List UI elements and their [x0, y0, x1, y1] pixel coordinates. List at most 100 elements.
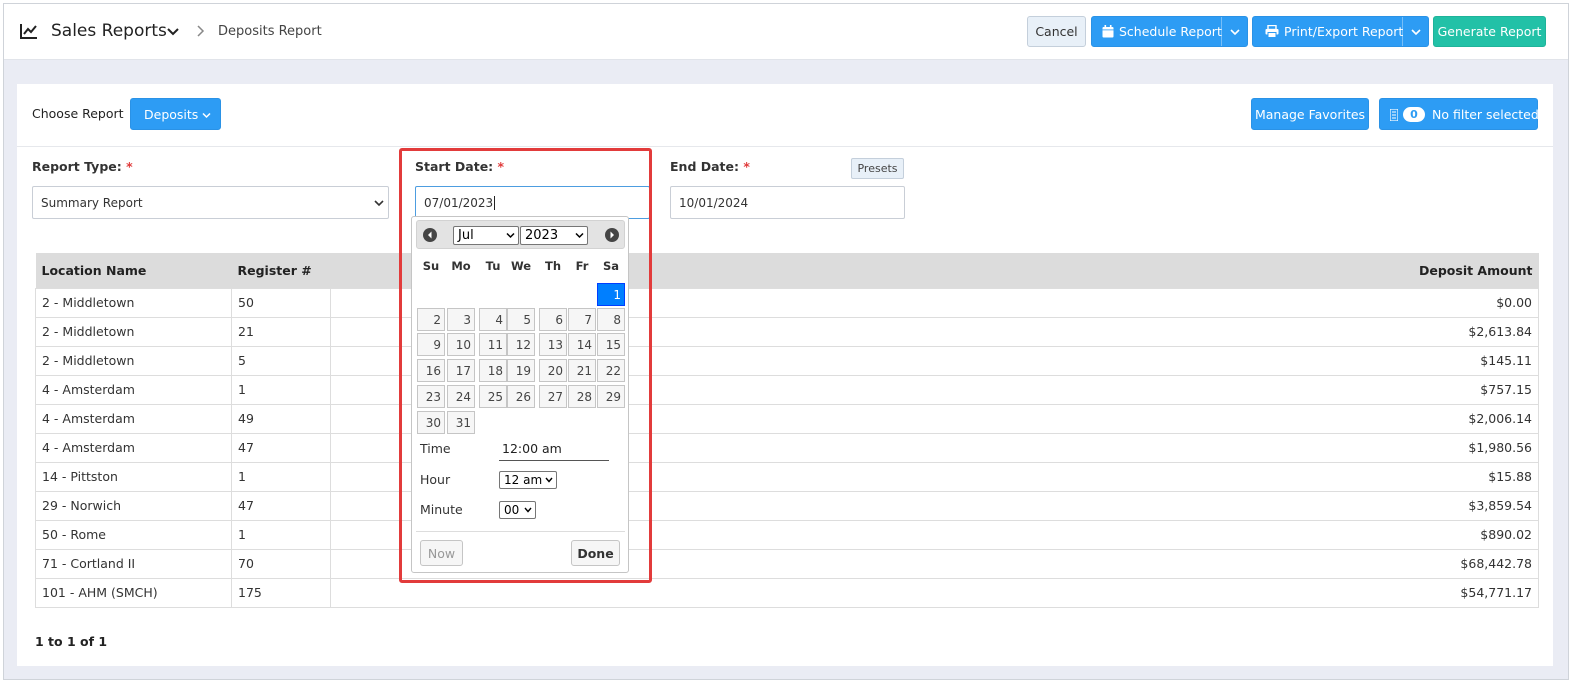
- report-type-select[interactable]: Summary Report: [32, 186, 389, 219]
- calendar-day[interactable]: 22: [597, 359, 625, 382]
- calendar-day[interactable]: 29: [597, 385, 625, 408]
- minute-select[interactable]: 00: [499, 501, 536, 519]
- cell-location: 4 - Amsterdam: [35, 432, 232, 463]
- now-button[interactable]: Now: [420, 540, 463, 566]
- calendar-day[interactable]: 18: [479, 359, 507, 382]
- chevron-down-icon: [545, 477, 553, 483]
- cancel-button[interactable]: Cancel: [1027, 16, 1086, 47]
- filter-button[interactable]: 0 No filter selected: [1379, 98, 1539, 130]
- datepicker-header: Jul 2023: [416, 220, 625, 249]
- minute-label: Minute: [420, 502, 463, 517]
- chevron-down-icon: [1229, 28, 1240, 35]
- cell-register: 49: [231, 403, 331, 434]
- year-select[interactable]: 2023: [520, 226, 588, 245]
- calendar-day[interactable]: 25: [479, 385, 507, 408]
- end-date-input[interactable]: 10/01/2024: [670, 186, 905, 219]
- calendar-day[interactable]: 20: [539, 359, 567, 382]
- calendar-icon: [1102, 25, 1114, 38]
- report-select-button[interactable]: Deposits: [130, 98, 221, 130]
- generate-report-button[interactable]: Generate Report: [1433, 16, 1546, 47]
- calendar-day[interactable]: 13: [539, 333, 567, 356]
- cell-register: 5: [231, 345, 331, 376]
- divider: [17, 146, 1553, 147]
- calendar-day[interactable]: 12: [507, 333, 535, 356]
- calendar-day[interactable]: 3: [447, 308, 475, 331]
- breadcrumb: Deposits Report: [218, 24, 322, 39]
- prev-month-icon[interactable]: [422, 227, 438, 243]
- weekday-header: Fr: [575, 259, 589, 273]
- cell-location: 71 - Cortland II: [35, 548, 232, 579]
- page-title[interactable]: Sales Reports: [51, 21, 167, 41]
- table-row: 2 - Middletown 5 $145.11: [35, 345, 1539, 376]
- weekday-header: Su: [422, 259, 440, 273]
- chevron-down-icon[interactable]: [166, 25, 180, 39]
- manage-favorites-button[interactable]: Manage Favorites: [1251, 98, 1369, 130]
- calendar-day[interactable]: 24: [447, 385, 475, 408]
- calendar-day[interactable]: 23: [417, 385, 445, 408]
- calendar-day[interactable]: 8: [597, 308, 625, 331]
- chevron-down-icon: [524, 507, 532, 513]
- filter-count-badge: 0: [1403, 107, 1425, 122]
- chevron-down-icon: [1410, 28, 1421, 35]
- column-header-register[interactable]: Register #: [231, 253, 331, 288]
- column-header-location[interactable]: Location Name: [35, 253, 232, 288]
- cell-location: 50 - Rome: [35, 519, 232, 550]
- calendar-day[interactable]: 5: [507, 308, 535, 331]
- table-row: 14 - Pittston 1 $15.88: [35, 461, 1539, 492]
- cell-register: 47: [231, 432, 331, 463]
- done-button[interactable]: Done: [571, 540, 620, 566]
- hour-select[interactable]: 12 am: [499, 471, 557, 489]
- calendar-day[interactable]: 21: [568, 359, 596, 382]
- next-month-icon[interactable]: [604, 227, 620, 243]
- end-date-label: End Date: *: [670, 159, 750, 174]
- calendar-day[interactable]: 28: [568, 385, 596, 408]
- calendar-day[interactable]: 14: [568, 333, 596, 356]
- calendar-day[interactable]: 31: [447, 411, 475, 434]
- print-dropdown-toggle[interactable]: [1402, 17, 1428, 46]
- calendar-day[interactable]: 26: [507, 385, 535, 408]
- pagination-summary: 1 to 1 of 1: [35, 634, 108, 649]
- calendar-day[interactable]: 27: [539, 385, 567, 408]
- table-row: 101 - AHM (SMCH) 175 $54,771.17: [35, 577, 1539, 608]
- calendar-day[interactable]: 19: [507, 359, 535, 382]
- start-date-input[interactable]: 07/01/2023: [415, 186, 650, 219]
- month-select[interactable]: Jul: [453, 226, 519, 245]
- page-header: Sales Reports Deposits Report Cancel Sch…: [4, 4, 1568, 60]
- app-frame: Sales Reports Deposits Report Cancel Sch…: [3, 3, 1569, 680]
- calendar-day[interactable]: 9: [417, 333, 445, 356]
- weekday-header: Sa: [602, 259, 620, 273]
- presets-button[interactable]: Presets: [851, 158, 904, 179]
- chevron-down-icon: [575, 232, 584, 239]
- cell-location: 2 - Middletown: [35, 287, 232, 318]
- calendar-day[interactable]: 2: [417, 308, 445, 331]
- calendar-day[interactable]: 15: [597, 333, 625, 356]
- calendar-day[interactable]: 6: [539, 308, 567, 331]
- schedule-dropdown-toggle[interactable]: [1221, 17, 1247, 46]
- weekday-header: Mo: [451, 259, 471, 273]
- cell-register: 70: [231, 548, 331, 579]
- cell-location: 29 - Norwich: [35, 490, 232, 521]
- calendar-day[interactable]: 10: [447, 333, 475, 356]
- calendar-day[interactable]: 16: [417, 359, 445, 382]
- cell-location: 4 - Amsterdam: [35, 374, 232, 405]
- table-body: 2 - Middletown 50 $0.00 2 - Middletown 21 $2,…: [35, 287, 1539, 608]
- table-row: 2 - Middletown 21 $2,613.84: [35, 316, 1539, 347]
- calendar-day[interactable]: 4: [479, 308, 507, 331]
- schedule-report-button[interactable]: Schedule Report: [1091, 16, 1248, 47]
- calendar-day[interactable]: 30: [417, 411, 445, 434]
- chevron-down-icon: [506, 232, 515, 239]
- weekday-header: Th: [544, 259, 562, 273]
- report-card: Choose Report Deposits Manage Favorites …: [17, 84, 1553, 666]
- table-row: 4 - Amsterdam 49 $2,006.14: [35, 403, 1539, 434]
- cell-register: 1: [231, 374, 331, 405]
- calendar-day[interactable]: 7: [568, 308, 596, 331]
- print-export-button[interactable]: Print/Export Report: [1252, 16, 1429, 47]
- calendar-day-selected[interactable]: 1: [597, 283, 625, 306]
- cell-location: 4 - Amsterdam: [35, 403, 232, 434]
- weekday-header: Tu: [485, 259, 501, 273]
- calendar-day[interactable]: 17: [447, 359, 475, 382]
- cell-register: 50: [231, 287, 331, 318]
- calendar-day[interactable]: 11: [479, 333, 507, 356]
- line-chart-icon: [20, 24, 37, 39]
- chevron-down-icon: [202, 112, 211, 119]
